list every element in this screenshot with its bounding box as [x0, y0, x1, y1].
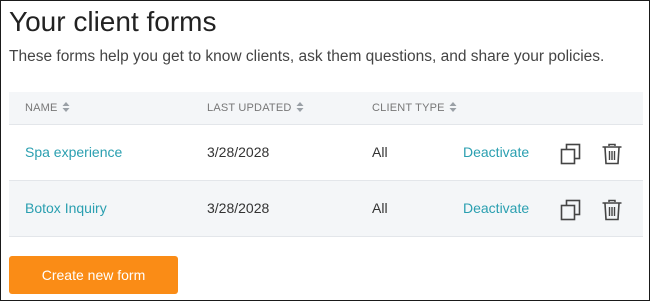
table-header: NAME LAST UPDATED CLIENT TYPE [9, 92, 643, 125]
sort-icon [62, 101, 70, 113]
trash-icon[interactable] [601, 199, 623, 221]
column-header-label: NAME [25, 102, 58, 114]
trash-icon[interactable] [601, 143, 623, 165]
copy-icon[interactable] [560, 143, 582, 165]
deactivate-link[interactable]: Deactivate [463, 125, 529, 180]
sort-icon [296, 101, 304, 113]
table-row: Botox Inquiry 3/28/2028 All Deactivate [9, 181, 643, 237]
create-new-form-button[interactable]: Create new form [9, 256, 178, 294]
last-updated-value: 3/28/2028 [207, 144, 270, 160]
client-type-value: All [372, 200, 388, 216]
form-name-link[interactable]: Spa experience [25, 125, 122, 180]
client-forms-panel: Your client forms These forms help you g… [0, 0, 650, 301]
sort-icon [449, 101, 457, 113]
deactivate-link[interactable]: Deactivate [463, 181, 529, 236]
forms-table: NAME LAST UPDATED CLIENT TYPE Spa experi… [9, 92, 643, 237]
last-updated-value: 3/28/2028 [207, 200, 270, 216]
page-subtitle: These forms help you get to know clients… [9, 48, 605, 65]
table-row: Spa experience 3/28/2028 All Deactivate [9, 125, 643, 181]
form-name-link[interactable]: Botox Inquiry [25, 181, 107, 236]
column-header-client-type[interactable]: CLIENT TYPE [372, 92, 457, 124]
column-header-label: LAST UPDATED [207, 102, 292, 114]
column-header-last-updated[interactable]: LAST UPDATED [207, 92, 304, 124]
client-type-value: All [372, 144, 388, 160]
column-header-label: CLIENT TYPE [372, 102, 445, 114]
column-header-name[interactable]: NAME [25, 92, 70, 124]
copy-icon[interactable] [560, 199, 582, 221]
page-title: Your client forms [9, 6, 217, 37]
